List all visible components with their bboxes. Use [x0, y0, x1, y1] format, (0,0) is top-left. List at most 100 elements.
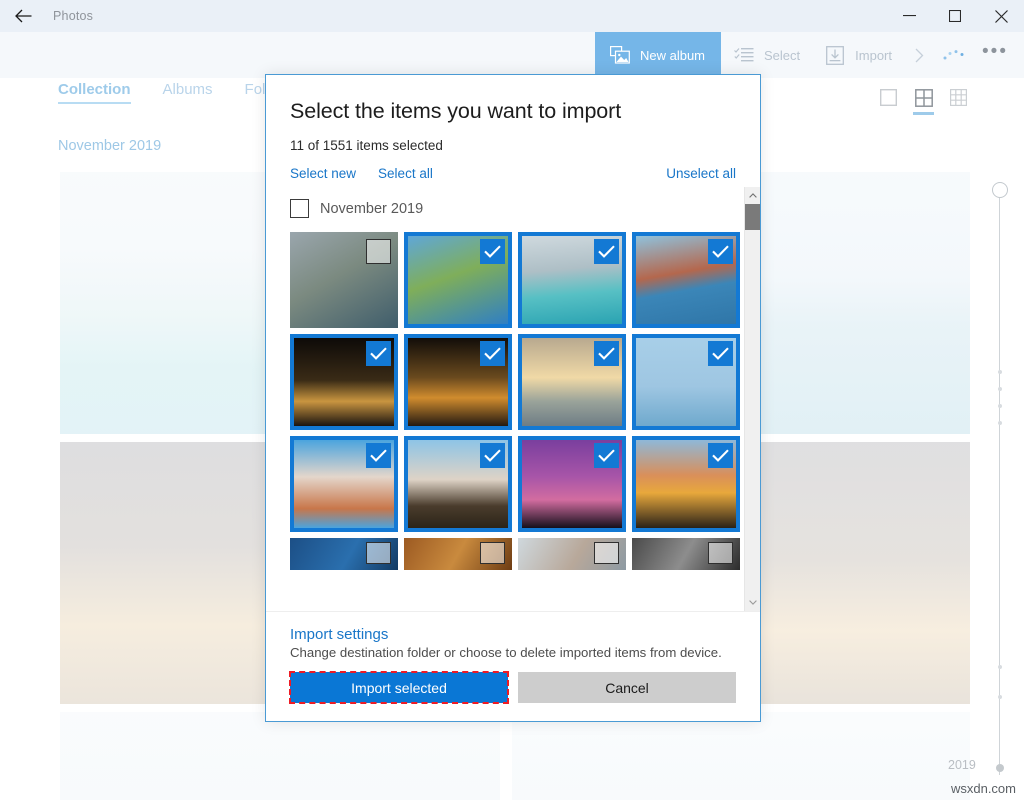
wall-photo[interactable]: [60, 712, 500, 800]
thumbnail-item[interactable]: [404, 436, 512, 532]
timeline-handle[interactable]: [992, 182, 1008, 198]
timeline-dot: [998, 387, 1002, 391]
thumbnail-grid: [290, 232, 744, 570]
wall-photo[interactable]: [512, 712, 970, 800]
thumbnail-checkbox[interactable]: [708, 542, 733, 564]
timeline-dot: [998, 370, 1002, 374]
thumbnail-item[interactable]: [518, 232, 626, 328]
thumbnail-checkmark-icon[interactable]: [480, 443, 505, 468]
import-selected-button[interactable]: Import selected: [290, 672, 508, 703]
scrollbar-track[interactable]: [745, 204, 761, 594]
selection-links-row: Select new Select all Unselect all: [290, 166, 736, 181]
dialog-header: Select the items you want to import 11 o…: [266, 75, 760, 187]
thumbnail-checkmark-icon[interactable]: [366, 443, 391, 468]
select-label: Select: [764, 48, 800, 63]
import-dialog: Select the items you want to import 11 o…: [265, 74, 761, 722]
timeline-end-dot: [996, 764, 1004, 772]
thumbnail-checkmark-icon[interactable]: [480, 341, 505, 366]
thumbnail-checkmark-icon[interactable]: [708, 239, 733, 264]
tab-albums-label: Albums: [163, 81, 213, 98]
import-icon: [824, 44, 846, 66]
select-new-link[interactable]: Select new: [290, 166, 356, 181]
cancel-button[interactable]: Cancel: [518, 672, 736, 703]
new-album-label: New album: [640, 48, 705, 63]
scrollbar-thumb[interactable]: [745, 204, 761, 230]
thumbnail-checkbox[interactable]: [366, 542, 391, 564]
thumbnail-item[interactable]: [290, 334, 398, 430]
thumbnail-item[interactable]: [404, 538, 512, 570]
thumbnail-item[interactable]: [632, 436, 740, 532]
thumbnail-checkmark-icon[interactable]: [366, 341, 391, 366]
collection-group-label: November 2019: [58, 138, 161, 154]
thumbnail-checkbox[interactable]: [594, 542, 619, 564]
selected-count-text: 11 of 1551 items selected: [290, 138, 736, 153]
import-button[interactable]: Import: [812, 32, 904, 78]
single-view-icon[interactable]: [879, 88, 898, 107]
grid-3x3-icon[interactable]: [949, 88, 968, 107]
thumbnail-item[interactable]: [632, 232, 740, 328]
group-header-november-2019[interactable]: November 2019: [290, 199, 744, 218]
window-title: Photos: [53, 9, 93, 23]
group-checkbox[interactable]: [290, 199, 309, 218]
view-mode-switcher: [879, 88, 968, 107]
new-album-button[interactable]: New album: [595, 32, 721, 78]
loading-spinner-icon: [934, 32, 974, 78]
timeline-dot: [998, 695, 1002, 699]
tab-albums[interactable]: Albums: [163, 78, 213, 104]
group-label: November 2019: [320, 201, 423, 217]
title-bar: Photos: [0, 0, 1024, 32]
thumbnail-checkmark-icon[interactable]: [708, 443, 733, 468]
thumbnail-item[interactable]: [404, 334, 512, 430]
select-icon: [733, 44, 755, 66]
timeline-dot: [998, 421, 1002, 425]
thumbnail-item[interactable]: [518, 436, 626, 532]
scroll-up-arrow-icon[interactable]: [745, 187, 761, 204]
thumbnail-checkmark-icon[interactable]: [594, 443, 619, 468]
thumbnail-item[interactable]: [290, 232, 398, 328]
thumbnail-checkmark-icon[interactable]: [480, 239, 505, 264]
dialog-body: November 2019: [266, 187, 760, 611]
select-button[interactable]: Select: [721, 32, 812, 78]
thumbnail-item[interactable]: [632, 538, 740, 570]
dialog-footer: Import settings Change destination folde…: [266, 611, 760, 721]
timeline-line: [999, 190, 1000, 775]
import-settings-description: Change destination folder or choose to d…: [290, 645, 736, 660]
watermark: wsxdn.com: [951, 781, 1016, 796]
import-label: Import: [855, 48, 892, 63]
thumbnail-scroll-area: November 2019: [290, 187, 744, 611]
thumbnail-item[interactable]: [404, 232, 512, 328]
timeline-year-label: 2019: [948, 758, 976, 772]
thumbnail-item[interactable]: [518, 538, 626, 570]
thumbnail-item[interactable]: [632, 334, 740, 430]
grid-2x2-icon[interactable]: [914, 88, 933, 107]
thumbnail-checkbox[interactable]: [366, 239, 391, 264]
thumbnail-checkmark-icon[interactable]: [594, 341, 619, 366]
scroll-down-arrow-icon[interactable]: [745, 594, 761, 611]
select-all-link[interactable]: Select all: [378, 166, 433, 181]
tab-collection-label: Collection: [58, 81, 131, 98]
thumbnail-item[interactable]: [290, 436, 398, 532]
back-arrow-icon[interactable]: [0, 0, 46, 32]
app-toolbar: New album Select: [0, 32, 1024, 78]
new-album-icon: [609, 44, 631, 66]
dialog-title: Select the items you want to import: [290, 99, 736, 124]
import-settings-link[interactable]: Import settings: [290, 626, 736, 643]
thumbnail-checkmark-icon[interactable]: [708, 341, 733, 366]
minimize-button[interactable]: [886, 0, 932, 32]
more-options-button[interactable]: •••: [974, 32, 1016, 78]
thumbnail-item[interactable]: [518, 334, 626, 430]
thumbnail-checkmark-icon[interactable]: [594, 239, 619, 264]
timeline-scrubber[interactable]: 2019: [970, 180, 1014, 780]
thumbnail-item[interactable]: [290, 538, 398, 570]
toolbar-overflow-chevron-icon[interactable]: [904, 32, 934, 78]
maximize-button[interactable]: [932, 0, 978, 32]
close-button[interactable]: [978, 0, 1024, 32]
dialog-button-row: Import selected Cancel: [290, 672, 736, 703]
timeline-dot: [998, 665, 1002, 669]
photos-app-window: Photos New album: [0, 0, 1024, 800]
thumbnail-checkbox[interactable]: [480, 542, 505, 564]
dialog-scrollbar[interactable]: [744, 187, 760, 611]
timeline-dot: [998, 404, 1002, 408]
tab-collection[interactable]: Collection: [58, 78, 131, 104]
unselect-all-link[interactable]: Unselect all: [666, 166, 736, 181]
